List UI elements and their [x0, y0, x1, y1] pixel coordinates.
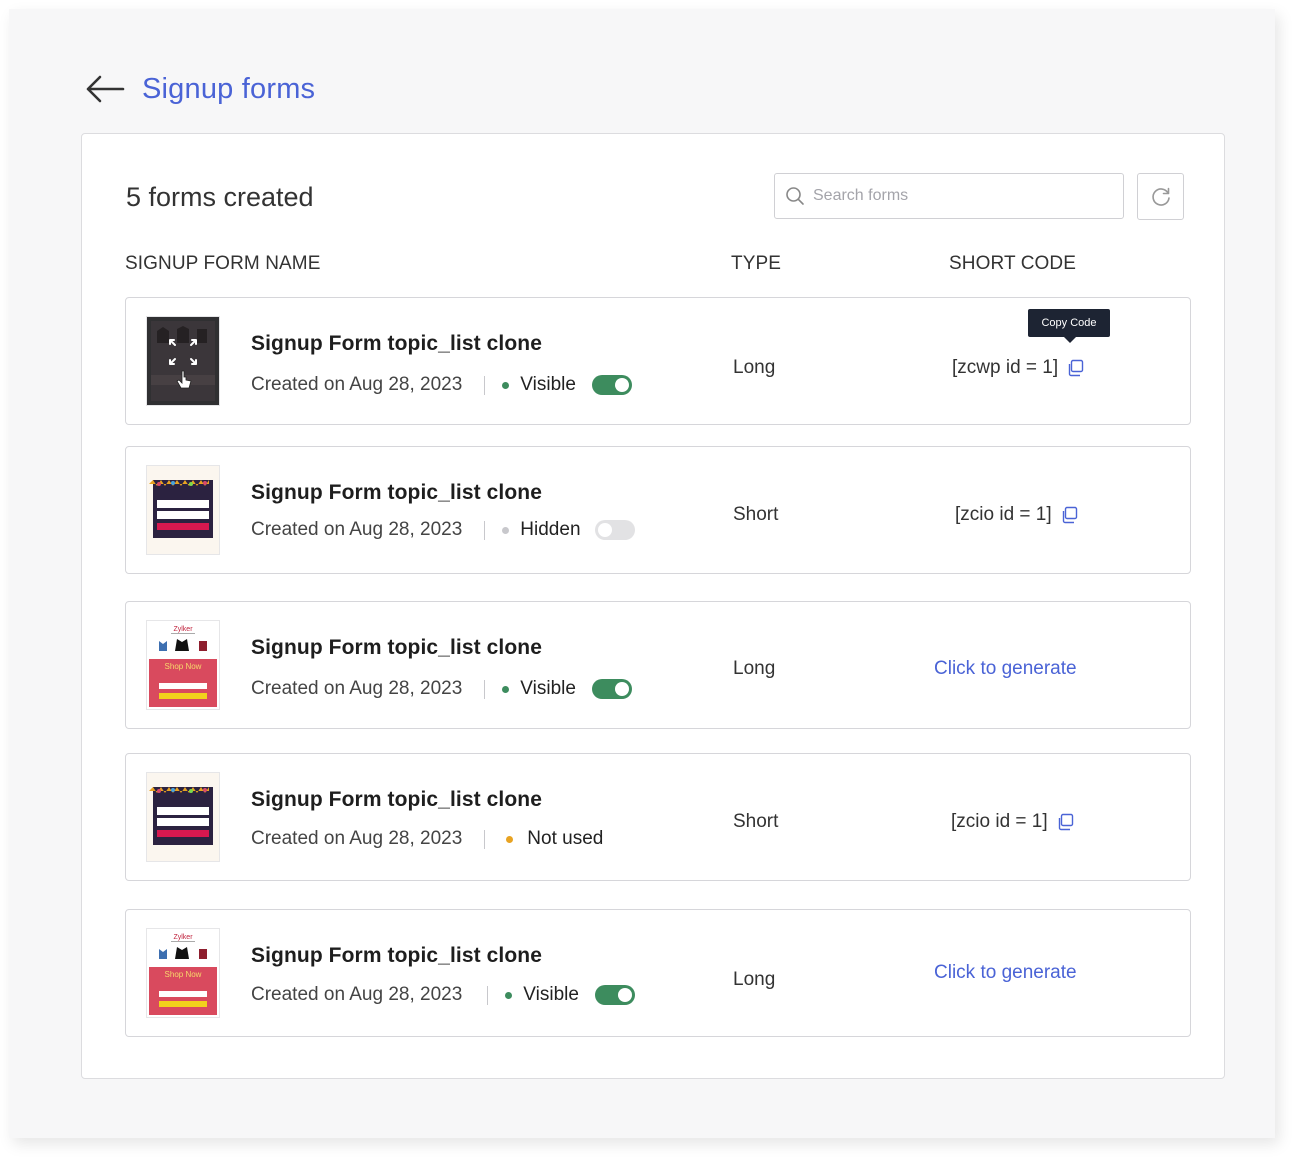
status-dot [505, 991, 513, 999]
form-type: Long [733, 969, 776, 990]
thumb-cta: Shop Now [165, 970, 202, 979]
visibility-toggle[interactable] [591, 375, 632, 395]
copy-icon[interactable] [1060, 506, 1078, 524]
form-preview-image [147, 466, 219, 554]
short-code: [zcio id = 1] [955, 504, 1052, 525]
form-meta: Created on Aug 28, 2023 Visible [251, 678, 632, 700]
form-preview-image: Zylker Shop Now [147, 929, 219, 1017]
status-label: Not used [527, 828, 604, 849]
page-header: Signup forms [85, 67, 315, 111]
form-thumbnail[interactable]: Zylker Shop Now [146, 620, 220, 710]
copy-icon[interactable] [1066, 359, 1084, 377]
search-input[interactable] [811, 186, 1115, 206]
short-code-cell: [zcwp id = 1] [952, 357, 1084, 379]
page-title: Signup forms [142, 72, 316, 105]
form-thumbnail[interactable] [146, 772, 220, 862]
form-type: Long [733, 658, 776, 679]
short-code: [zcio id = 1] [951, 811, 1048, 832]
generate-code-link[interactable]: Click to generate [934, 962, 1077, 984]
created-date: Created on Aug 28, 2023 [251, 984, 463, 1005]
form-title[interactable]: Signup Form topic_list clone [251, 788, 542, 812]
form-meta: Created on Aug 28, 2023 Hidden [251, 519, 635, 541]
divider [484, 679, 486, 699]
toggle-knob [614, 682, 629, 696]
column-header-type: TYPE [731, 253, 782, 274]
copy-code-tooltip: Copy Code [1028, 309, 1110, 343]
visibility-toggle[interactable] [591, 679, 632, 699]
form-thumbnail[interactable] [146, 465, 220, 555]
created-date: Created on Aug 28, 2023 [251, 519, 463, 540]
toggle-knob [597, 523, 612, 537]
form-title[interactable]: Signup Form topic_list clone [251, 636, 542, 660]
column-header-short-code: SHORT CODE [949, 253, 1076, 274]
thumb-brand: Zylker [173, 626, 193, 633]
column-header-name: SIGNUP FORM NAME [125, 253, 321, 274]
form-thumbnail[interactable]: Zylker Shop Now [146, 928, 220, 1018]
search-box[interactable] [774, 173, 1124, 219]
form-title[interactable]: Signup Form topic_list clone [251, 481, 542, 505]
short-code: [zcwp id = 1] [952, 357, 1059, 378]
created-date: Created on Aug 28, 2023 [251, 678, 463, 699]
form-preview-image: Zylker Shop Now [147, 621, 219, 709]
form-type: Long [733, 357, 776, 378]
form-meta: Created on Aug 28, 2023 Visible [251, 374, 632, 396]
short-code-cell: [zcio id = 1] [951, 811, 1074, 833]
arrow-left-icon[interactable] [85, 75, 125, 103]
refresh-icon [1151, 187, 1170, 206]
form-type: Short [733, 811, 779, 832]
thumb-brand: Zylker [173, 934, 193, 941]
form-title[interactable]: Signup Form topic_list clone [251, 944, 542, 968]
divider [484, 520, 486, 540]
table-row[interactable]: Signup Form topic_list clone Created on … [125, 446, 1191, 574]
created-date: Created on Aug 28, 2023 [251, 374, 463, 395]
form-preview-image [147, 773, 219, 861]
status-label: Visible [523, 984, 579, 1005]
created-date: Created on Aug 28, 2023 [251, 828, 463, 849]
app-window: Signup forms 5 forms created SIGNUP FORM… [9, 9, 1275, 1138]
visibility-toggle[interactable] [594, 520, 635, 540]
status-label: Hidden [520, 519, 581, 540]
status-dot [502, 381, 510, 389]
status-label: Visible [520, 374, 576, 395]
thumb-cta: Shop Now [165, 662, 202, 671]
toggle-knob [614, 378, 629, 392]
toggle-knob [617, 988, 632, 1002]
refresh-button[interactable] [1137, 173, 1184, 220]
search-icon [786, 187, 804, 205]
status-dot [502, 526, 510, 534]
form-thumbnail[interactable] [146, 316, 220, 406]
form-meta: Created on Aug 28, 2023 Visible [251, 984, 635, 1006]
short-code-cell: [zcio id = 1] [955, 504, 1078, 526]
table-row[interactable]: Zylker Shop Now Signup Form topic_list c… [125, 601, 1191, 729]
form-type: Short [733, 504, 779, 525]
status-dot [502, 685, 510, 693]
status-label: Visible [520, 678, 576, 699]
form-preview-image [147, 317, 219, 405]
visibility-toggle[interactable] [594, 985, 635, 1005]
divider [487, 985, 489, 1005]
copy-icon[interactable] [1056, 813, 1074, 831]
form-meta: Created on Aug 28, 2023 Not used [251, 828, 603, 850]
forms-panel: 5 forms created SIGNUP FORM NAME TYPE SH… [81, 133, 1225, 1079]
status-dot [506, 835, 514, 843]
table-row[interactable]: Zylker Shop Now Signup Form topic_list c… [125, 909, 1191, 1037]
generate-code-link[interactable]: Click to generate [934, 658, 1077, 680]
form-title[interactable]: Signup Form topic_list clone [251, 332, 542, 356]
table-row[interactable]: Signup Form topic_list clone Created on … [125, 753, 1191, 881]
divider [484, 829, 486, 849]
divider [484, 375, 486, 395]
forms-count-title: 5 forms created [126, 182, 314, 212]
